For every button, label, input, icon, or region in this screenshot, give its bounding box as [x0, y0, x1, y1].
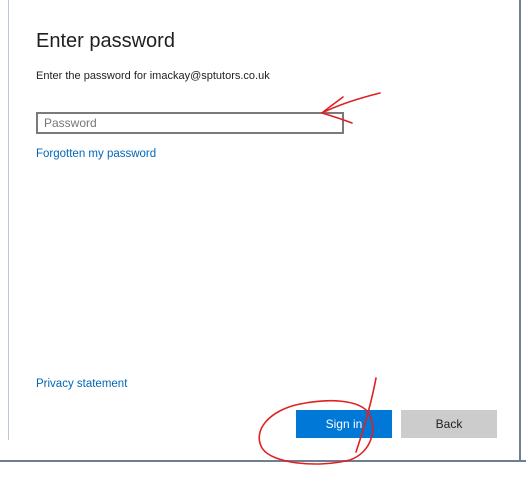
forgot-password-link[interactable]: Forgotten my password: [36, 148, 156, 160]
sign-in-dialog: Enter password Enter the password for im…: [0, 0, 526, 477]
dialog-bottom-border: [0, 460, 526, 462]
dialog-right-border: [519, 0, 521, 462]
page-title: Enter password: [36, 30, 175, 52]
privacy-statement-link[interactable]: Privacy statement: [36, 378, 127, 390]
dialog-left-border: [8, 0, 9, 440]
back-button[interactable]: Back: [401, 410, 497, 438]
annotation-arrow-icon: [321, 92, 381, 114]
account-prompt: Enter the password for imackay@sptutors.…: [36, 70, 270, 82]
password-input[interactable]: [36, 112, 344, 134]
sign-in-button[interactable]: Sign in: [296, 410, 392, 438]
